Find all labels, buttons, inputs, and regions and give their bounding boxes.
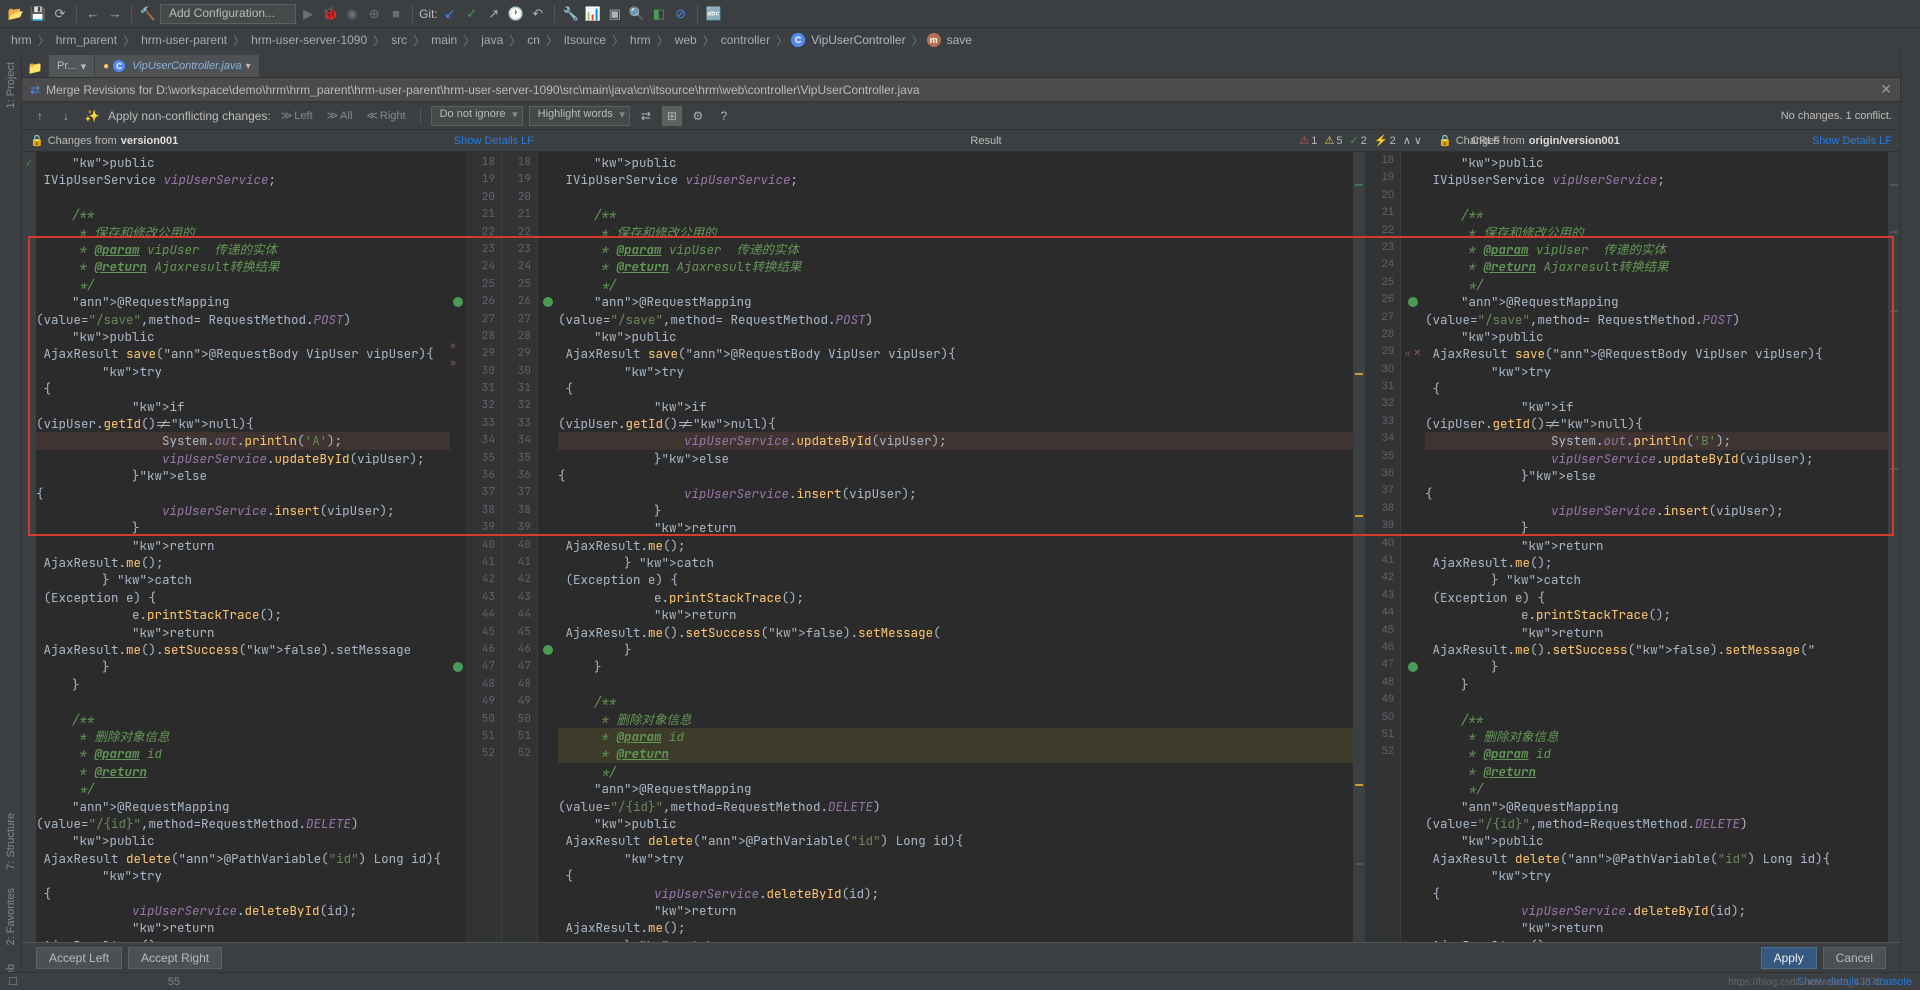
- merge-actions: Accept Left Accept Right Apply Cancel: [22, 942, 1900, 972]
- apply-right-button[interactable]: ≪ Right: [362, 107, 409, 124]
- tool2-icon[interactable]: 📊: [583, 4, 603, 24]
- merge-header: ⇄ Merge Revisions for D:\workspace\demo\…: [22, 78, 1900, 102]
- main-toolbar: 📂 💾 ⟳ ← → 🔨 Add Configuration... ▶ 🐞 ◉ ⊕…: [0, 0, 1920, 28]
- build-icon[interactable]: 🔨: [138, 4, 158, 24]
- highlight-select[interactable]: Highlight words: [529, 106, 630, 126]
- back-icon[interactable]: ←: [83, 4, 103, 24]
- apply-button[interactable]: Apply: [1761, 947, 1817, 969]
- tab-file[interactable]: ● C VipUserController.java ▾: [95, 55, 259, 77]
- stop-icon[interactable]: ■: [386, 4, 406, 24]
- apply-all-button[interactable]: ≫ All: [323, 107, 357, 124]
- translate-icon[interactable]: 🔤: [704, 4, 724, 24]
- diff-area: ✓ "kw">public IVipUserService vipUserSer…: [22, 152, 1900, 942]
- rollback-icon[interactable]: ↶: [528, 4, 548, 24]
- lock-icon: 🔒: [30, 134, 44, 147]
- project-toggle-icon[interactable]: 📁: [26, 59, 44, 77]
- diff-pane-left[interactable]: ✓ "kw">public IVipUserService vipUserSer…: [22, 152, 502, 942]
- forward-icon[interactable]: →: [105, 4, 125, 24]
- save-icon[interactable]: 💾: [28, 4, 48, 24]
- merge-icon: ⇄: [30, 83, 40, 97]
- debug-icon[interactable]: 🐞: [320, 4, 340, 24]
- block-icon[interactable]: ⊘: [671, 4, 691, 24]
- sync-scroll-icon[interactable]: ⊞: [662, 106, 682, 126]
- close-icon[interactable]: ✕: [1880, 81, 1892, 98]
- gutter-project[interactable]: 1: Project: [5, 58, 17, 112]
- ignore-select[interactable]: Do not ignore: [431, 106, 523, 126]
- next-change-icon[interactable]: ↓: [56, 106, 76, 126]
- refresh-icon[interactable]: ⟳: [50, 4, 70, 24]
- update-icon[interactable]: ↙: [440, 4, 460, 24]
- coverage-icon[interactable]: ◉: [342, 4, 362, 24]
- lock-icon-r: 🔒: [1438, 134, 1452, 147]
- help-icon[interactable]: ?: [714, 106, 734, 126]
- git-label: Git:: [419, 7, 438, 21]
- plugin-icon[interactable]: ◧: [649, 4, 669, 24]
- run-icon[interactable]: ▶: [298, 4, 318, 24]
- breadcrumb: hrm〉 hrm_parent〉 hrm-user-parent〉 hrm-us…: [0, 28, 1920, 52]
- merge-toolbar: ↑ ↓ ✨ Apply non-conflicting changes: ≫ L…: [22, 102, 1900, 130]
- status-bar: ☐ 55 Show details in console: [0, 972, 1920, 990]
- editor-tabs: 📁 Pr...▾ ● C VipUserController.java ▾: [22, 52, 1900, 78]
- wand-icon[interactable]: ✨: [82, 106, 102, 126]
- push-icon[interactable]: ↗: [484, 4, 504, 24]
- run-config-select[interactable]: Add Configuration...: [160, 4, 296, 24]
- gutter-favorites[interactable]: 2: Favorites: [5, 884, 17, 949]
- diff-pane-result[interactable]: 1819202122232425262728293031323334353637…: [502, 152, 1365, 942]
- conflict-stats: No changes. 1 conflict.: [1781, 110, 1892, 122]
- watermark: https://blog.csdn.net/weixin_43678...: [1728, 977, 1890, 988]
- left-tool-gutter: 1: Project 7: Structure 2: Favorites Web: [0, 52, 22, 990]
- tool3-icon[interactable]: ▣: [605, 4, 625, 24]
- class-icon: C: [791, 33, 805, 47]
- commit-icon[interactable]: ✓: [462, 4, 482, 24]
- profile-icon[interactable]: ⊕: [364, 4, 384, 24]
- apply-left-button[interactable]: ≫ Left: [277, 107, 317, 124]
- search-icon[interactable]: 🔍: [627, 4, 647, 24]
- collapse-icon[interactable]: ⇄: [636, 106, 656, 126]
- right-tool-gutter: [1900, 52, 1920, 972]
- show-details-right[interactable]: Show Details LF: [1812, 135, 1892, 147]
- prev-change-icon[interactable]: ↑: [30, 106, 50, 126]
- open-icon[interactable]: 📂: [6, 4, 26, 24]
- accept-left-button[interactable]: Accept Left: [36, 947, 122, 969]
- accept-right-button[interactable]: Accept Right: [128, 947, 222, 969]
- tab-project[interactable]: Pr...▾: [49, 55, 94, 77]
- tool1-icon[interactable]: 🔧: [561, 4, 581, 24]
- show-details-left[interactable]: Show Details LF: [454, 135, 534, 147]
- gutter-structure[interactable]: 7: Structure: [5, 809, 17, 874]
- settings-icon[interactable]: ⚙: [688, 106, 708, 126]
- diff-pane-right[interactable]: "kw">public IVipUserService vipUserServi…: [1425, 152, 1900, 942]
- method-icon: m: [927, 33, 941, 47]
- history-icon[interactable]: 🕐: [506, 4, 526, 24]
- cancel-button[interactable]: Cancel: [1823, 947, 1886, 969]
